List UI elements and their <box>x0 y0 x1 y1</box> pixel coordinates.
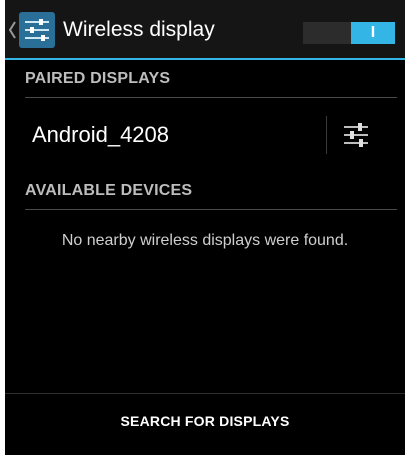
no-devices-message: No nearby wireless displays were found. <box>61 232 349 249</box>
sliders-icon[interactable] <box>341 120 371 150</box>
action-bar: Wireless display I <box>5 0 405 60</box>
settings-sliders-icon[interactable] <box>19 12 55 48</box>
screen: Wireless display I PAIRED DISPLAYS Andro… <box>5 0 405 455</box>
page-title: Wireless display <box>63 18 215 41</box>
toggle-thumb: I <box>351 22 395 44</box>
paired-device-row[interactable]: Android_4208 <box>5 110 405 160</box>
wireless-display-toggle[interactable]: I <box>303 22 395 44</box>
bottom-bar: SEARCH FOR DISPLAYS <box>5 393 405 455</box>
chevron-left-icon[interactable] <box>7 18 17 42</box>
available-devices-header: AVAILABLE DEVICES <box>25 182 397 210</box>
paired-displays-header: PAIRED DISPLAYS <box>25 70 397 98</box>
available-devices-header-label: AVAILABLE DEVICES <box>25 182 193 199</box>
search-for-displays-button[interactable]: SEARCH FOR DISPLAYS <box>5 394 405 454</box>
paired-device-name[interactable]: Android_4208 <box>32 122 169 148</box>
row-divider <box>326 116 327 154</box>
paired-displays-header-label: PAIRED DISPLAYS <box>25 70 171 87</box>
